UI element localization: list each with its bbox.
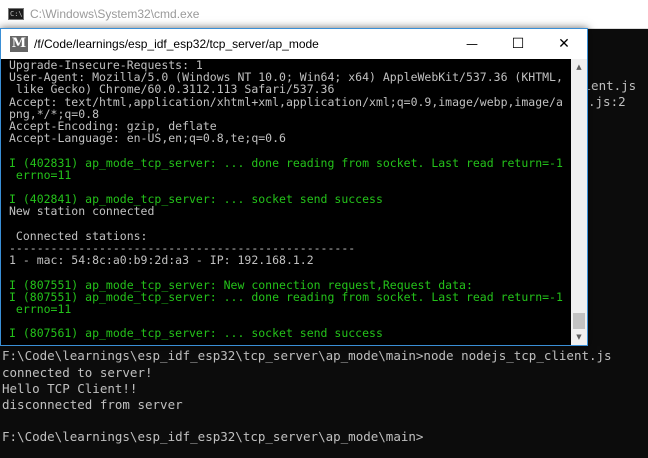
terminal-line: I (807551) ap_mode_tcp_server: New conne… — [9, 277, 473, 292]
terminal-line: png,*/*;q=0.8 — [9, 106, 100, 121]
vertical-scrollbar[interactable]: ▲ ▼ — [571, 59, 587, 345]
arrow-down-icon: ▼ — [576, 333, 582, 341]
terminal-line: Connected stations: — [9, 228, 148, 243]
cmd-output-line: connected to server! — [2, 365, 153, 380]
terminal-line: Accept-Encoding: gzip, deflate — [9, 119, 217, 133]
cmd-fragment: .js:2 — [588, 94, 626, 109]
cmd-output-line: F:\Code\learnings\esp_idf_esp32\tcp_serv… — [2, 348, 612, 363]
terminal-output[interactable]: Upgrade-Insecure-Requests: 1 User-Agent: … — [1, 59, 571, 345]
mintty-titlebar[interactable]: M /f/Code/learnings/esp_idf_esp32/tcp_se… — [1, 29, 587, 59]
close-icon: ✕ — [558, 36, 570, 52]
terminal-line: errno=11 — [9, 167, 72, 182]
cmd-output-line: disconnected from server — [2, 397, 183, 412]
terminal-line: Accept: text/html,application/xhtml+xml,… — [9, 94, 563, 109]
mintty-app-icon: M — [10, 36, 28, 52]
terminal-line: ----------------------------------------… — [9, 241, 356, 255]
minimize-button[interactable]: — — [449, 29, 495, 59]
terminal-line: like Gecko) Chrome/60.0.3112.113 Safari/… — [9, 82, 335, 97]
mintty-window-title: /f/Code/learnings/esp_idf_esp32/tcp_serv… — [34, 37, 319, 51]
terminal-line: 1 - mac: 54:8c:a0:b9:2d:a3 - IP: 192.168… — [9, 253, 314, 268]
scroll-up-button[interactable]: ▲ — [571, 59, 587, 75]
arrow-up-icon: ▲ — [576, 63, 582, 71]
terminal-line: I (402831) ap_mode_tcp_server: ... done … — [9, 155, 563, 170]
close-button[interactable]: ✕ — [541, 29, 587, 59]
terminal-line: I (807561) ap_mode_tcp_server: ... socke… — [9, 326, 383, 341]
cmd-output-line: Hello TCP Client!! — [2, 381, 138, 396]
minimize-icon: — — [466, 37, 478, 51]
mintty-window[interactable]: M /f/Code/learnings/esp_idf_esp32/tcp_se… — [0, 28, 588, 346]
terminal-line: errno=11 — [9, 302, 72, 316]
scroll-down-button[interactable]: ▼ — [571, 329, 587, 345]
cmd-titlebar[interactable]: C:\ C:\Windows\System32\cmd.exe — [0, 0, 648, 29]
terminal-line: New station connected — [9, 204, 155, 219]
terminal-line: Upgrade-Insecure-Requests: 1 — [9, 59, 203, 72]
cmd-icon: C:\ — [8, 8, 24, 20]
terminal-line: I (402841) ap_mode_tcp_server: ... socke… — [9, 192, 383, 207]
terminal-line: I (807551) ap_mode_tcp_server: ... done … — [9, 289, 563, 304]
scrollbar-thumb[interactable] — [573, 313, 585, 329]
maximize-button[interactable]: ☐ — [495, 29, 541, 59]
terminal-line: User-Agent: Mozilla/5.0 (Windows NT 10.0… — [9, 70, 563, 85]
maximize-icon: ☐ — [511, 36, 525, 52]
terminal-line: Accept-Language: en-US,en;q=0.8,te;q=0.6 — [9, 131, 286, 146]
cmd-prompt-line[interactable]: F:\Code\learnings\esp_idf_esp32\tcp_serv… — [2, 429, 423, 445]
cmd-window-title: C:\Windows\System32\cmd.exe — [30, 7, 200, 21]
